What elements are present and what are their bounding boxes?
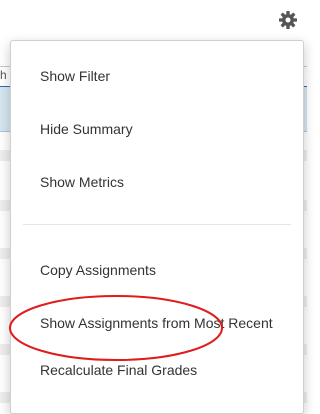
menu-divider [23, 224, 291, 225]
settings-dropdown-menu: Show Filter Hide Summary Show Metrics Co… [10, 40, 304, 414]
menu-item-show-filter[interactable]: Show Filter [11, 56, 303, 96]
obscured-text: h [0, 68, 7, 82]
menu-item-recalculate-final-grades[interactable]: Recalculate Final Grades [11, 350, 303, 390]
menu-item-hide-summary[interactable]: Hide Summary [11, 109, 303, 149]
menu-item-copy-assignments[interactable]: Copy Assignments [11, 250, 303, 290]
gear-icon [278, 10, 298, 30]
menu-item-show-metrics[interactable]: Show Metrics [11, 162, 303, 202]
menu-item-show-assignments-most-recent[interactable]: Show Assignments from Most Recent [11, 303, 303, 343]
settings-button[interactable] [274, 6, 302, 34]
